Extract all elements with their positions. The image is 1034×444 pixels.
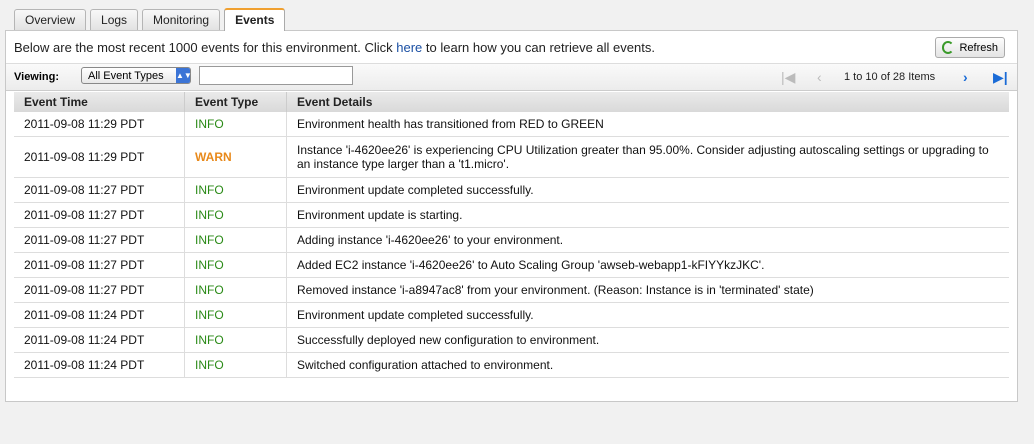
tab-overview[interactable]: Overview bbox=[14, 9, 87, 30]
pager-text: 1 to 10 of 28 Items bbox=[844, 71, 936, 83]
table-row: 2011-09-08 11:27 PDT INFO Environment up… bbox=[14, 202, 1009, 228]
tab-events[interactable]: Events bbox=[224, 8, 286, 31]
table-row: 2011-09-08 11:29 PDT WARN Instance 'i-46… bbox=[14, 136, 1009, 178]
event-type: INFO bbox=[184, 177, 287, 203]
event-time: 2011-09-08 11:27 PDT bbox=[14, 227, 185, 253]
event-details: Added EC2 instance 'i-4620ee26' to Auto … bbox=[286, 252, 1009, 278]
event-details: Environment update completed successfull… bbox=[286, 177, 1009, 203]
header-event-time[interactable]: Event Time bbox=[14, 92, 185, 112]
event-type: WARN bbox=[184, 136, 287, 178]
event-type: INFO bbox=[184, 202, 287, 228]
table-row: 2011-09-08 11:24 PDT INFO Successfully d… bbox=[14, 327, 1009, 353]
intro-before: Below are the most recent 1000 events fo… bbox=[14, 40, 397, 55]
event-time: 2011-09-08 11:29 PDT bbox=[14, 112, 185, 137]
event-type: INFO bbox=[184, 277, 287, 303]
event-details: Switched configuration attached to envir… bbox=[286, 352, 1009, 378]
events-table: Event Time Event Type Event Details 2011… bbox=[14, 92, 1009, 378]
header-event-details[interactable]: Event Details bbox=[286, 92, 1009, 112]
event-type: INFO bbox=[184, 227, 287, 253]
event-time: 2011-09-08 11:29 PDT bbox=[14, 136, 185, 178]
intro-after: to learn how you can retrieve all events… bbox=[422, 40, 655, 55]
event-type: INFO bbox=[184, 252, 287, 278]
event-details: Adding instance 'i-4620ee26' to your env… bbox=[286, 227, 1009, 253]
event-type-selected: All Event Types bbox=[88, 70, 164, 82]
event-details: Successfully deployed new configuration … bbox=[286, 327, 1009, 353]
table-row: 2011-09-08 11:29 PDT INFO Environment he… bbox=[14, 112, 1009, 137]
refresh-icon bbox=[942, 41, 955, 54]
events-panel: Below are the most recent 1000 events fo… bbox=[5, 30, 1018, 402]
event-time: 2011-09-08 11:24 PDT bbox=[14, 352, 185, 378]
event-time: 2011-09-08 11:27 PDT bbox=[14, 277, 185, 303]
event-time: 2011-09-08 11:27 PDT bbox=[14, 202, 185, 228]
refresh-label: Refresh bbox=[959, 41, 998, 54]
refresh-button[interactable]: Refresh bbox=[935, 37, 1005, 58]
last-page-icon[interactable]: ▶| bbox=[993, 69, 1008, 85]
table-row: 2011-09-08 11:27 PDT INFO Removed instan… bbox=[14, 277, 1009, 303]
select-arrow-icon: ▲▼ bbox=[176, 68, 192, 83]
event-time: 2011-09-08 11:27 PDT bbox=[14, 177, 185, 203]
event-type-select[interactable]: All Event Types ▲▼ bbox=[81, 67, 192, 84]
here-link[interactable]: here bbox=[396, 40, 422, 55]
event-time: 2011-09-08 11:27 PDT bbox=[14, 252, 185, 278]
event-details: Instance 'i-4620ee26' is experiencing CP… bbox=[286, 136, 1009, 178]
tab-bar: Overview Logs Monitoring Events bbox=[14, 8, 286, 31]
table-row: 2011-09-08 11:24 PDT INFO Switched confi… bbox=[14, 352, 1009, 378]
event-type: INFO bbox=[184, 352, 287, 378]
search-input[interactable] bbox=[199, 66, 353, 85]
event-type: INFO bbox=[184, 327, 287, 353]
table-row: 2011-09-08 11:24 PDT INFO Environment up… bbox=[14, 302, 1009, 328]
viewing-label: Viewing: bbox=[14, 71, 60, 83]
filter-toolbar: Viewing: All Event Types ▲▼ |◀ ‹ 1 to 10… bbox=[6, 63, 1017, 91]
next-page-icon[interactable]: › bbox=[963, 69, 968, 85]
tab-monitoring[interactable]: Monitoring bbox=[142, 9, 221, 30]
tab-logs[interactable]: Logs bbox=[90, 9, 139, 30]
table-row: 2011-09-08 11:27 PDT INFO Added EC2 inst… bbox=[14, 252, 1009, 278]
event-details: Removed instance 'i-a8947ac8' from your … bbox=[286, 277, 1009, 303]
first-page-icon[interactable]: |◀ bbox=[781, 69, 795, 85]
intro-text: Below are the most recent 1000 events fo… bbox=[14, 40, 655, 55]
event-details: Environment health has transitioned from… bbox=[286, 112, 1009, 137]
event-type: INFO bbox=[184, 302, 287, 328]
pager: |◀ ‹ 1 to 10 of 28 Items › ▶| bbox=[767, 64, 1017, 90]
prev-page-icon[interactable]: ‹ bbox=[817, 69, 822, 85]
header-event-type[interactable]: Event Type bbox=[184, 92, 287, 112]
event-details: Environment update completed successfull… bbox=[286, 302, 1009, 328]
event-time: 2011-09-08 11:24 PDT bbox=[14, 327, 185, 353]
table-row: 2011-09-08 11:27 PDT INFO Adding instanc… bbox=[14, 227, 1009, 253]
event-details: Environment update is starting. bbox=[286, 202, 1009, 228]
event-type: INFO bbox=[184, 112, 287, 137]
table-row: 2011-09-08 11:27 PDT INFO Environment up… bbox=[14, 177, 1009, 203]
event-time: 2011-09-08 11:24 PDT bbox=[14, 302, 185, 328]
